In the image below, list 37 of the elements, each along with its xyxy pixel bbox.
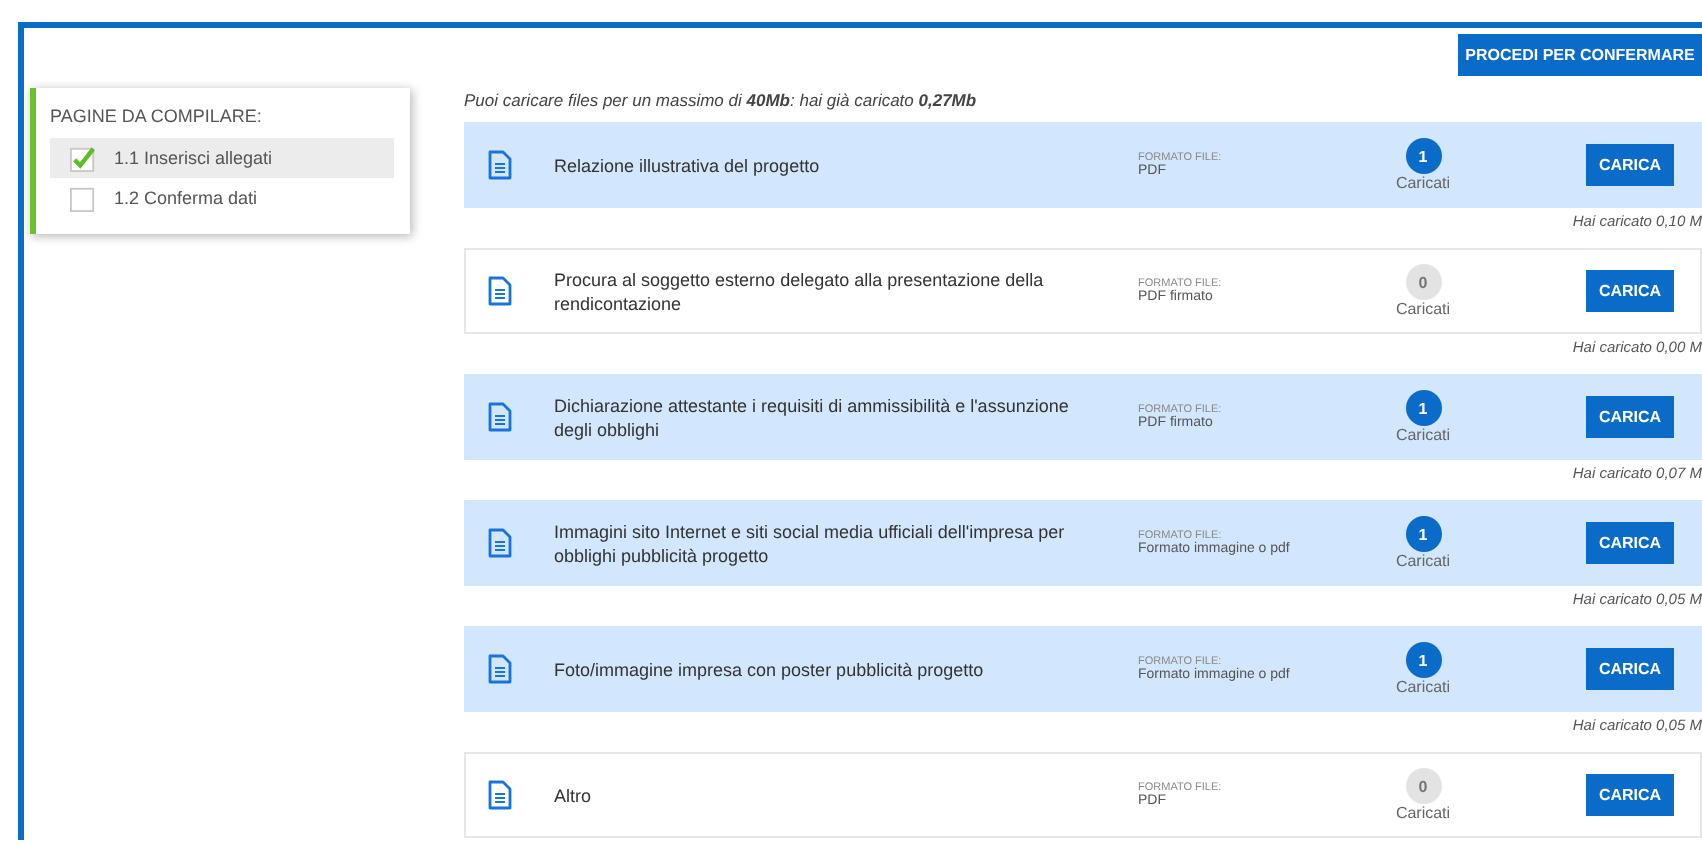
attachment-title: Relazione illustrativa del progetto [554, 153, 822, 180]
count-badge: 0 [1405, 264, 1441, 300]
count-badge: 1 [1405, 642, 1441, 678]
count-label: Caricati [1395, 174, 1451, 192]
count-label: Caricati [1395, 804, 1451, 822]
count-label: Caricati [1395, 300, 1451, 318]
document-icon [488, 276, 512, 306]
upload-button[interactable]: CARICA [1586, 648, 1674, 690]
document-icon [488, 528, 512, 558]
document-icon [488, 150, 512, 180]
attachment-title: Foto/immagine impresa con poster pubblicità progetto [554, 657, 986, 684]
upload-limit-note: Puoi caricare files per un massimo di 40Mb: hai già caricato 0,27Mb [464, 90, 979, 110]
count-label: Caricati [1395, 678, 1451, 696]
upload-button[interactable]: CARICA [1586, 522, 1674, 564]
sidebar-item[interactable]: 1.2 Conferma dati [50, 178, 394, 218]
document-icon [488, 654, 512, 684]
document-icon [488, 780, 512, 810]
upload-button[interactable]: CARICA [1586, 270, 1674, 312]
count-badge: 0 [1405, 768, 1441, 804]
upload-button[interactable]: CARICA [1586, 396, 1674, 438]
attachment-title: Immagini sito Internet e siti social media ufficiali dell'impresa per obblighi pubblicità progetto [554, 519, 1067, 570]
attachment-title: Procura al soggetto esterno delegato alla presentazione della rendicontazione [554, 267, 1046, 317]
count-badge: 1 [1405, 138, 1441, 174]
count-label: Caricati [1395, 426, 1451, 444]
sidebar-item[interactable]: 1.1 Inserisci allegati [50, 138, 394, 178]
document-icon [488, 402, 512, 432]
checked-checkbox-icon[interactable] [70, 145, 96, 171]
upload-button[interactable]: CARICA [1586, 774, 1674, 816]
attachment-title: Altro [554, 783, 594, 809]
sidebar-title: PAGINE DA COMPILARE: [50, 106, 264, 126]
upload-button[interactable]: CARICA [1586, 144, 1674, 186]
confirm-button[interactable]: PROCEDI PER CONFERMARE [1458, 34, 1702, 76]
attachment-title: Dichiarazione attestante i requisiti di ammissibilità e l'assunzione degli obblighi [554, 393, 1071, 444]
count-label: Caricati [1395, 552, 1451, 570]
count-badge: 1 [1405, 516, 1441, 552]
count-badge: 1 [1405, 390, 1441, 426]
checkbox-icon[interactable] [70, 185, 96, 211]
